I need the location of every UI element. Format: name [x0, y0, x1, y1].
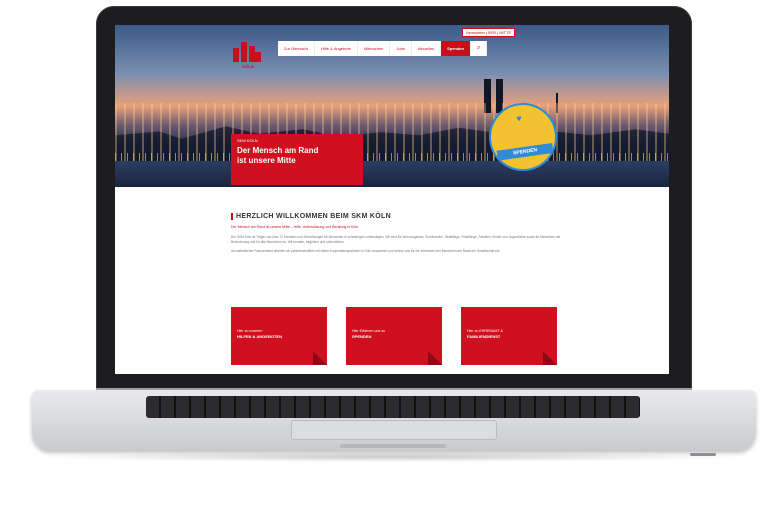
- heart-icon: ♥: [515, 113, 523, 124]
- welcome-section: HERZLICH WILLKOMMEN BEIM SKM KÖLN Der Me…: [231, 213, 571, 258]
- hero-title-line1: Der Mensch am Rand: [237, 146, 319, 155]
- laptop-indicator: [690, 453, 716, 456]
- nav-item-news[interactable]: Aktuelles: [412, 41, 442, 56]
- tile-main-text: SPENDEN: [352, 334, 372, 339]
- tile-help-offers[interactable]: Hier zu unseren HILFEN & ANGEBOTEN: [231, 307, 327, 365]
- laptop-keyboard: [146, 396, 640, 418]
- top-utility-link[interactable]: Newsletter | BFB | MITTE: [462, 28, 516, 37]
- website-screen: KÖLN Newsletter | BFB | MITTE Zur Übersi…: [115, 25, 669, 374]
- site-logo[interactable]: [233, 42, 261, 64]
- hero-kicker: SKM KÖLN: [237, 138, 258, 143]
- laptop-front-lip: [340, 444, 446, 448]
- tile-fold: [428, 351, 442, 365]
- hero-title-line2: ist unsere Mitte: [237, 156, 296, 165]
- laptop-trackpad: [291, 420, 497, 440]
- tile-fold: [313, 351, 327, 365]
- tile-main-text: FAMILIENDIENST: [467, 334, 501, 339]
- search-icon[interactable]: ⌕: [471, 41, 488, 56]
- logo-text: KÖLN: [242, 64, 254, 69]
- tile-donate[interactable]: Hier Erfahren und zu SPENDEN: [346, 307, 442, 365]
- welcome-paragraph-1: Der SKM Köln ist Träger von über 70 Dien…: [231, 235, 561, 244]
- nav-item-donate[interactable]: Spenden: [441, 41, 471, 56]
- tile-pre-text: Hier zu unseren: [237, 329, 263, 333]
- donate-badge-label: SPENDEN: [496, 143, 554, 161]
- bridge-lights: [115, 153, 669, 161]
- river: [115, 161, 669, 187]
- tile-main-text: HILFEN & ANGEBOTEN: [237, 334, 282, 339]
- laptop-mockup: KÖLN Newsletter | BFB | MITTE Zur Übersi…: [0, 0, 776, 510]
- welcome-heading: HERZLICH WILLKOMMEN BEIM SKM KÖLN: [231, 213, 571, 220]
- nav-item-overview[interactable]: Zur Übersicht: [278, 41, 316, 56]
- nav-item-help[interactable]: Hilfe & Angebote: [315, 41, 358, 56]
- tile-fold: [543, 351, 557, 365]
- tile-pre-text: Hier Erfahren und zu: [352, 329, 386, 333]
- main-nav: Zur Übersicht Hilfe & Angebote Mitmachen…: [278, 41, 488, 56]
- laptop-shadow: [40, 452, 740, 462]
- hero-text-box: SKM KÖLN Der Mensch am Rand ist unsere M…: [231, 134, 363, 185]
- tile-volunteer[interactable]: Hier zu EHRENAMT & FAMILIENDIENST: [461, 307, 557, 365]
- welcome-paragraph-2: Als katholischer Fachverband arbeiten wi…: [231, 249, 501, 253]
- nav-item-jobs[interactable]: Jobs: [390, 41, 412, 56]
- tile-pre-text: Hier zu EHRENAMT &: [467, 329, 503, 333]
- welcome-subline: Der Mensch am Rand ist unsere Mitte – Hi…: [231, 225, 359, 229]
- nav-item-join[interactable]: Mitmachen: [358, 41, 391, 56]
